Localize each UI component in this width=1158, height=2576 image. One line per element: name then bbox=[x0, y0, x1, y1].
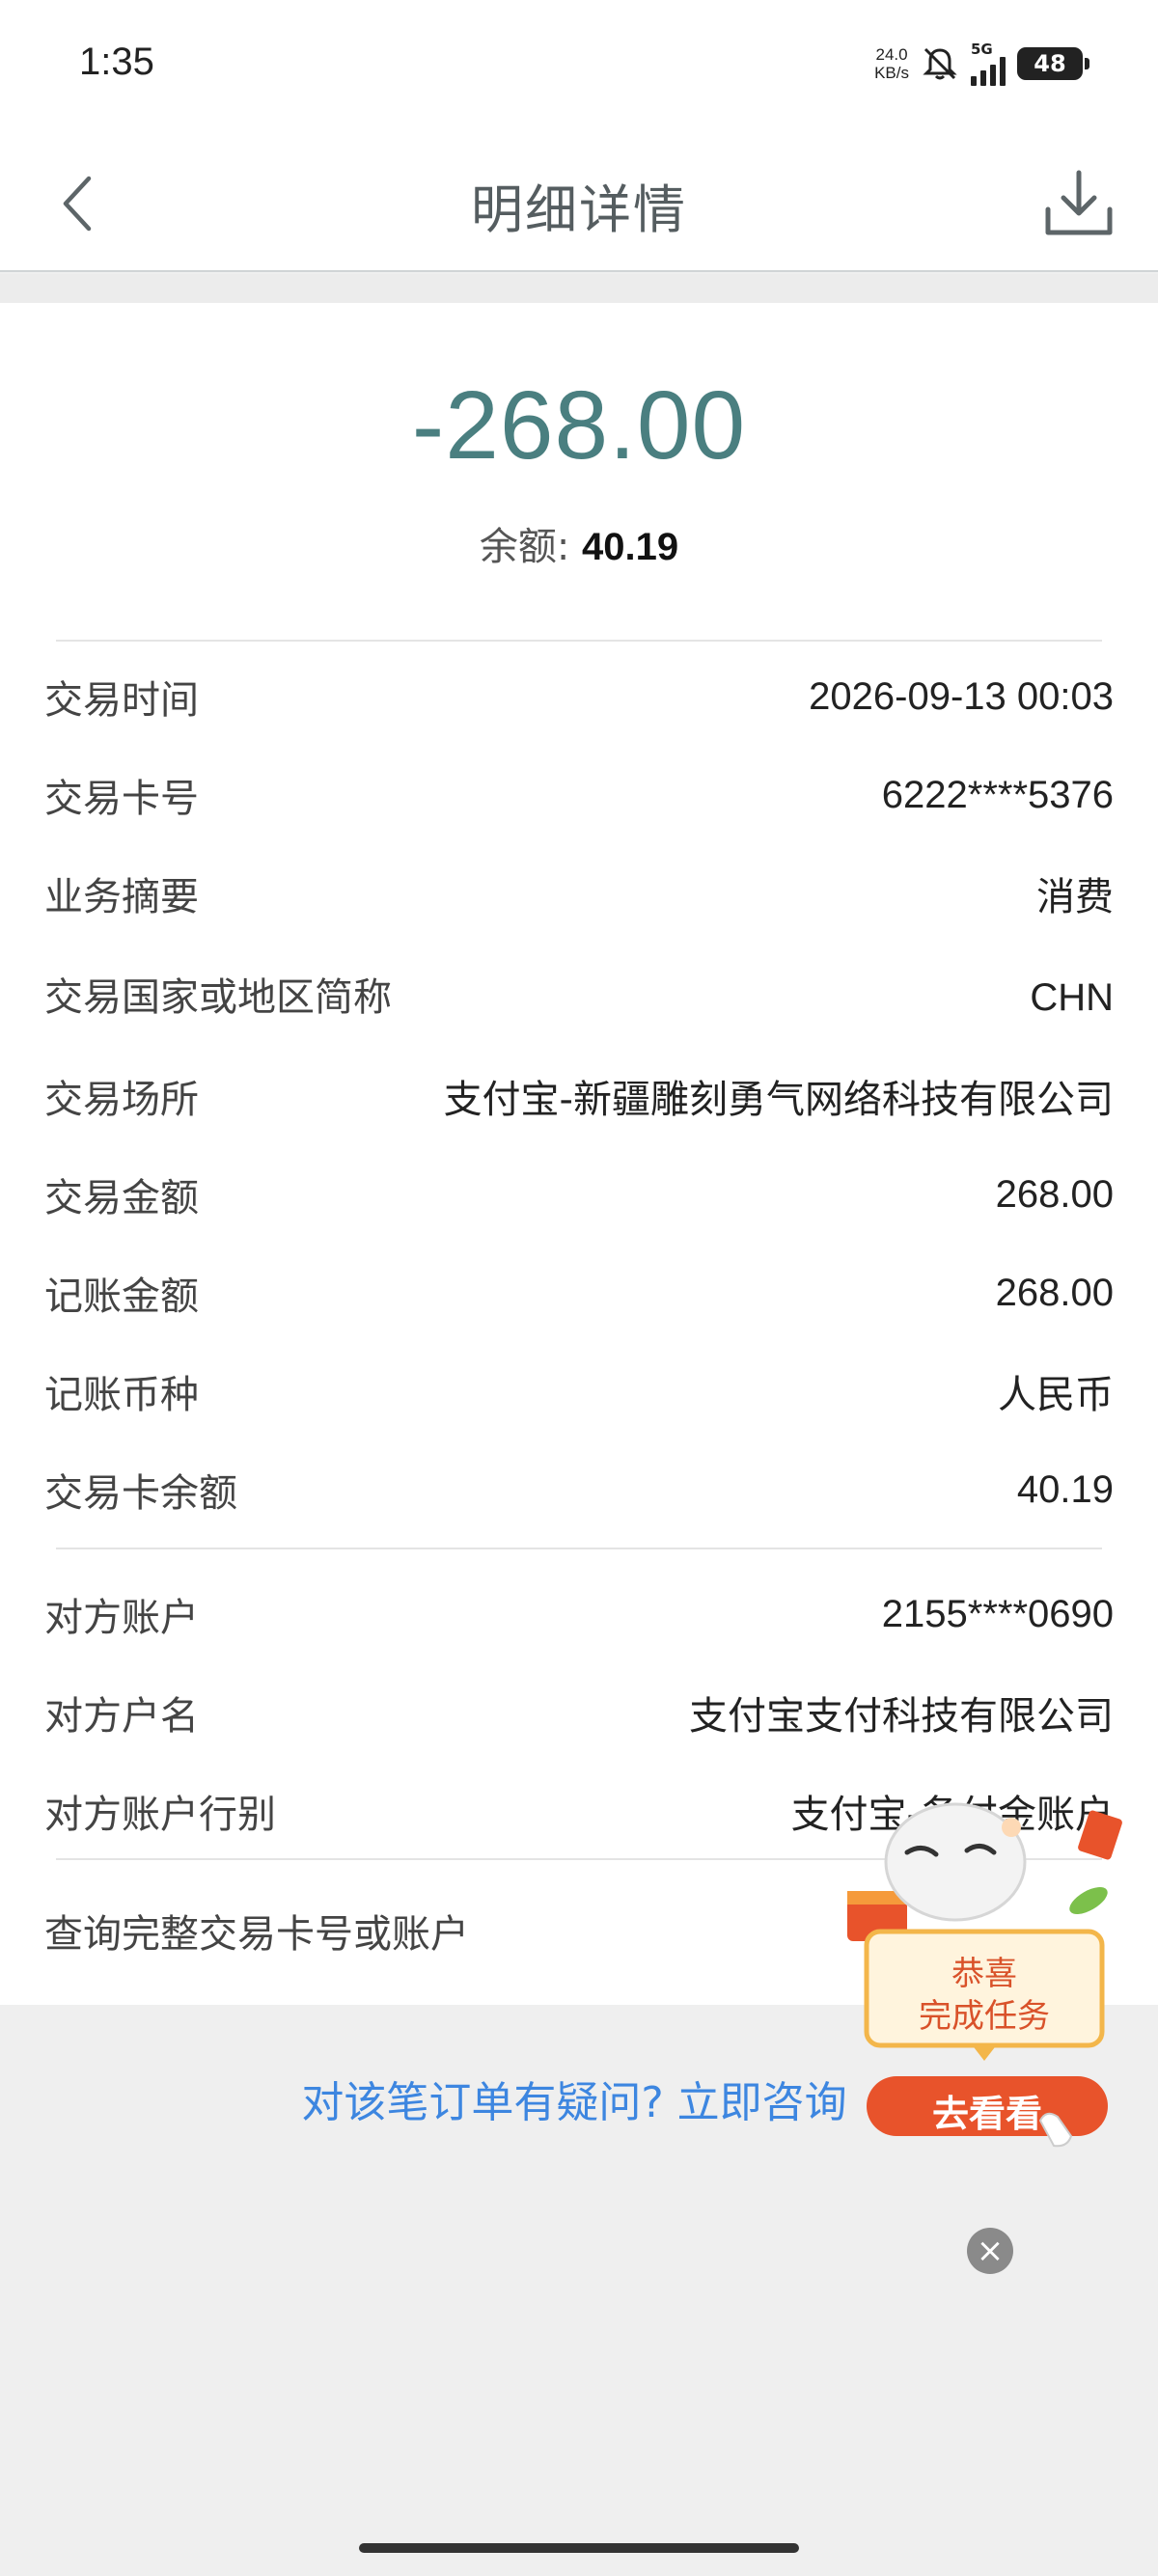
detail-value: 2026-09-13 00:03 bbox=[809, 674, 1114, 718]
detail-value: 268.00 bbox=[995, 1172, 1114, 1216]
detail-label: 交易卡余额 bbox=[44, 1471, 237, 1516]
detail-label: 交易卡号 bbox=[44, 777, 199, 821]
section-gap bbox=[0, 274, 1158, 303]
counterparty-label: 对方账户 bbox=[44, 1596, 199, 1640]
download-icon bbox=[1045, 170, 1113, 235]
counterparty-row: 对方账户 2155****0690 bbox=[44, 1585, 1114, 1643]
net-speed: 24.0 KB/s bbox=[874, 45, 909, 82]
counterparty-label: 对方户名 bbox=[44, 1694, 199, 1739]
battery-level: 48 bbox=[1034, 50, 1066, 77]
query-full-account-link[interactable]: 查询完整交易卡号或账户 bbox=[44, 1903, 469, 1959]
detail-row: 交易时间 2026-09-13 00:03 bbox=[44, 668, 1114, 726]
detail-label: 记账币种 bbox=[44, 1373, 199, 1417]
transaction-detail-card: -268.00 余额: 40.19 交易时间 2026-09-13 00:03 … bbox=[0, 303, 1158, 2005]
detail-label: 业务摘要 bbox=[44, 875, 199, 919]
close-icon[interactable]: × bbox=[967, 2228, 1013, 2274]
detail-value: 40.19 bbox=[1016, 1467, 1114, 1511]
detail-row: 记账币种 人民币 bbox=[44, 1362, 1114, 1420]
nav-bar: 明细详情 bbox=[0, 130, 1158, 272]
detail-value: 268.00 bbox=[995, 1271, 1114, 1314]
balance-line: 余额: 40.19 bbox=[0, 515, 1158, 571]
detail-value: 6222****5376 bbox=[881, 773, 1114, 816]
counterparty-label: 对方账户行别 bbox=[44, 1793, 276, 1837]
divider bbox=[56, 640, 1102, 642]
home-indicator[interactable] bbox=[359, 2543, 799, 2553]
detail-value: 消费 bbox=[1036, 875, 1114, 919]
net-speed-unit: KB/s bbox=[874, 64, 909, 82]
detail-row: 交易国家或地区简称 CHN bbox=[44, 940, 1114, 1055]
page-title: 明细详情 bbox=[471, 179, 687, 240]
balance-label: 余额: bbox=[479, 525, 570, 569]
network-type: 5G bbox=[971, 40, 993, 58]
divider bbox=[56, 1548, 1102, 1549]
promo-text-line2: 完成任务 bbox=[919, 1997, 1050, 2036]
detail-row: 交易卡号 6222****5376 bbox=[44, 766, 1114, 824]
counterparty-value: 2155****0690 bbox=[881, 1592, 1114, 1635]
detail-row: 业务摘要 消费 bbox=[44, 864, 1114, 922]
download-button[interactable] bbox=[1042, 167, 1116, 240]
net-speed-value: 24.0 bbox=[875, 45, 908, 64]
status-icons: 24.0 KB/s 5G 48 bbox=[874, 39, 1089, 89]
detail-row: 记账金额 268.00 bbox=[44, 1264, 1114, 1322]
bell-muted-icon bbox=[923, 47, 957, 80]
detail-row: 交易场所 支付宝-新疆雕刻勇气网络科技有限公司 bbox=[44, 1067, 1114, 1125]
red-envelope-icon bbox=[1078, 1810, 1122, 1860]
detail-label: 交易场所 bbox=[44, 1078, 199, 1122]
detail-label: 交易时间 bbox=[44, 678, 199, 723]
counterparty-value: 支付宝支付科技有限公司 bbox=[689, 1694, 1114, 1739]
detail-row: 交易卡余额 40.19 bbox=[44, 1461, 1114, 1519]
signal-icon: 5G bbox=[971, 40, 1006, 86]
promo-widget[interactable]: 恭喜 完成任务 去看看 bbox=[840, 1795, 1129, 2180]
status-time: 1:35 bbox=[79, 41, 154, 83]
counterparty-row: 对方户名 支付宝支付科技有限公司 bbox=[44, 1684, 1114, 1741]
detail-value: 支付宝-新疆雕刻勇气网络科技有限公司 bbox=[443, 1078, 1114, 1122]
detail-value: 人民币 bbox=[998, 1373, 1114, 1417]
detail-value: CHN bbox=[1030, 975, 1114, 1019]
promo-text-line1: 恭喜 bbox=[951, 1955, 1017, 1993]
detail-label: 交易国家或地区简称 bbox=[44, 975, 392, 1020]
detail-label: 记账金额 bbox=[44, 1274, 199, 1319]
detail-label: 交易金额 bbox=[44, 1176, 199, 1220]
promo-go-button[interactable]: 去看看 bbox=[867, 2084, 1108, 2137]
status-bar: 1:35 24.0 KB/s 5G 48 bbox=[0, 0, 1158, 130]
detail-row: 交易金额 268.00 bbox=[44, 1165, 1114, 1223]
battery-icon: 48 bbox=[1017, 47, 1089, 80]
balance-value: 40.19 bbox=[582, 526, 679, 568]
transaction-amount: -268.00 bbox=[411, 371, 747, 480]
